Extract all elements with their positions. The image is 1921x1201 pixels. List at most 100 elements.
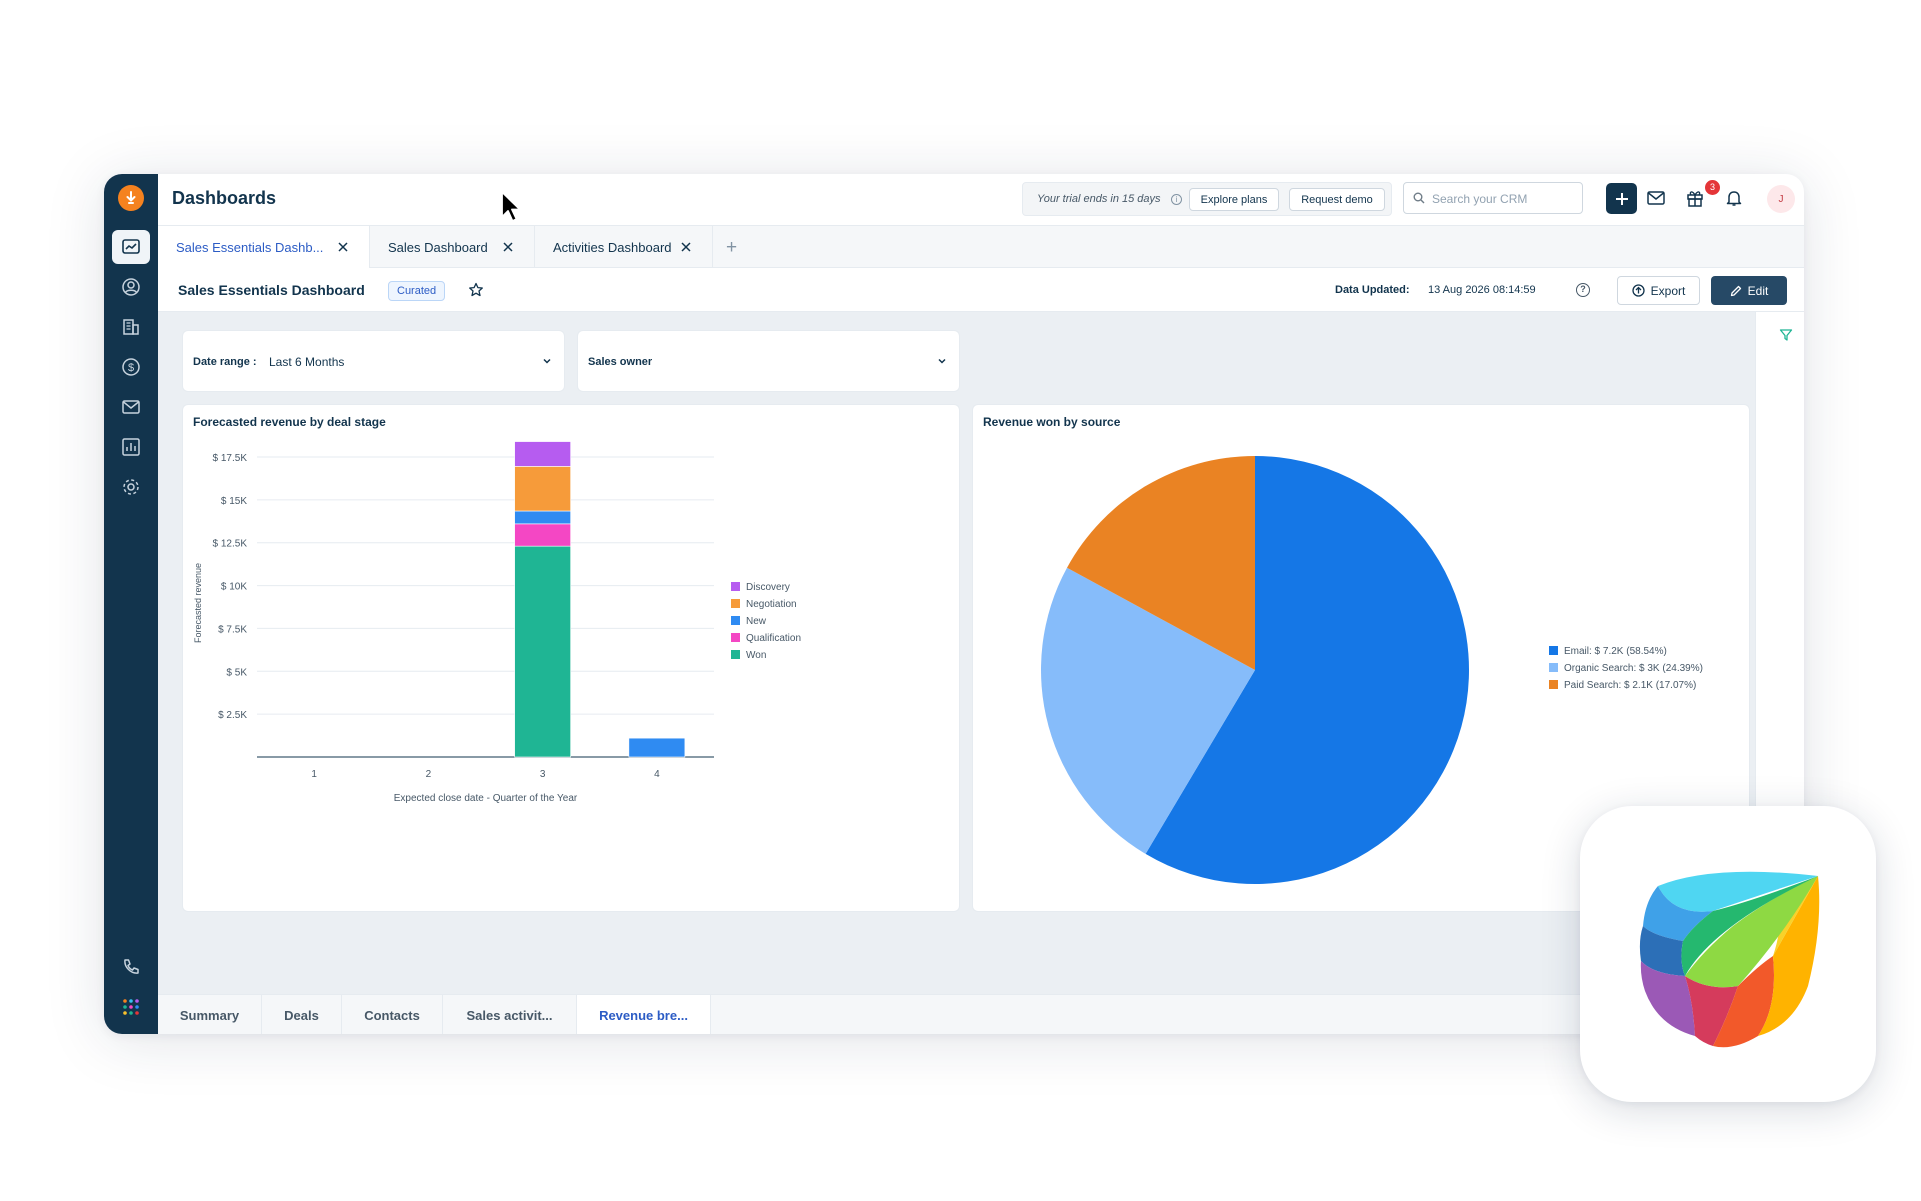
info-icon[interactable]: i (1171, 194, 1182, 205)
x-tick-label: 2 (426, 769, 432, 780)
bar-segment-won (514, 545, 571, 758)
app-grid-icon (123, 999, 139, 1015)
bottom-tab-summary[interactable]: Summary (158, 995, 262, 1034)
x-tick-label: 4 (654, 769, 660, 780)
date-range-filter[interactable]: Date range : Last 6 Months (182, 330, 565, 392)
explore-plans-button[interactable]: Explore plans (1189, 188, 1279, 211)
search-placeholder: Search your CRM (1432, 192, 1528, 206)
data-updated-label: Data Updated: (1335, 284, 1410, 296)
page-title: Dashboards (172, 188, 277, 208)
gift-icon (1687, 191, 1703, 207)
sidebar-item-dashboards[interactable] (112, 230, 150, 264)
bar-segment-new (514, 510, 571, 525)
request-demo-button[interactable]: Request demo (1289, 188, 1385, 211)
filter-icon[interactable] (1779, 328, 1793, 342)
sidebar-item-deals[interactable]: $ (112, 350, 150, 384)
y-tick-label: $ 15K (221, 496, 247, 507)
tab-activities-dashboard[interactable]: Activities Dashboard (535, 226, 713, 268)
trial-banner: Your trial ends in 15 days i Explore pla… (1022, 182, 1392, 216)
legend-swatch (1549, 680, 1558, 689)
bar-segment-new (628, 737, 686, 758)
dashboard-icon (122, 239, 140, 254)
sidebar-item-apps[interactable] (112, 990, 150, 1024)
tab-label: Activities Dashboard (553, 239, 672, 255)
sidebar-item-accounts[interactable] (112, 310, 150, 344)
quick-add-button[interactable] (1606, 183, 1637, 214)
export-button[interactable]: Export (1617, 276, 1700, 305)
close-icon[interactable] (680, 241, 692, 253)
data-updated-value: 13 Aug 2026 08:14:59 (1428, 284, 1536, 296)
sales-owner-label: Sales owner (588, 356, 653, 368)
bar-segment-discovery (514, 441, 571, 467)
x-axis-label: Expected close date - Quarter of the Yea… (394, 793, 578, 804)
date-range-value: Last 6 Months (269, 355, 345, 369)
sidebar-item-reports[interactable] (112, 430, 150, 464)
close-icon[interactable] (337, 241, 349, 253)
add-tab-button[interactable]: + (726, 237, 737, 259)
freshsales-app-icon-card (1580, 806, 1876, 1102)
notifications-button[interactable] (1723, 187, 1745, 209)
curated-badge: Curated (388, 281, 446, 301)
freshsales-leaf-icon (1639, 871, 1820, 1048)
mail-icon (122, 400, 140, 414)
bottom-tab-deals[interactable]: Deals (262, 995, 342, 1034)
bottom-tab-sales-activities[interactable]: Sales activit... (443, 995, 577, 1034)
y-tick-label: $ 2.5K (218, 710, 247, 721)
sidebar-item-email[interactable] (112, 390, 150, 424)
mail-icon (1647, 191, 1665, 205)
tab-sales-dashboard[interactable]: Sales Dashboard (370, 226, 535, 268)
legend-label: Email: $ 7.2K (58.54%) (1564, 646, 1667, 657)
sidebar-item-settings[interactable] (112, 470, 150, 504)
top-bar: Dashboards Your trial ends in 15 days i … (158, 174, 1804, 226)
edit-label: Edit (1747, 283, 1769, 298)
legend-label: New (746, 616, 767, 627)
help-icon[interactable]: ? (1576, 283, 1590, 297)
sidebar-item-phone[interactable] (112, 950, 150, 984)
mail-button[interactable] (1645, 187, 1667, 209)
contact-icon (122, 278, 140, 296)
export-icon (1632, 284, 1645, 297)
x-tick-label: 1 (311, 769, 317, 780)
legend-swatch (731, 582, 740, 591)
bottom-tab-contacts[interactable]: Contacts (342, 995, 443, 1034)
plus-icon (1615, 192, 1628, 205)
legend-swatch (731, 599, 740, 608)
dashboard-tabs: Sales Essentials Dashb... Sales Dashboar… (158, 226, 1804, 269)
legend-swatch (1549, 663, 1558, 672)
phone-icon (124, 959, 139, 974)
legend-label: Negotiation (746, 599, 797, 610)
search-input[interactable]: Search your CRM (1403, 182, 1583, 214)
dashboard-canvas: Date range : Last 6 Months Sales owner F… (158, 312, 1755, 1034)
report-section-tabs: Summary Deals Contacts Sales activit... … (158, 994, 1755, 1034)
star-icon[interactable] (468, 282, 484, 298)
avatar[interactable]: J (1767, 185, 1795, 213)
svg-text:$: $ (128, 362, 134, 374)
tab-sales-essentials[interactable]: Sales Essentials Dashb... (158, 226, 370, 269)
close-icon[interactable] (502, 241, 514, 253)
sidebar: $ (104, 174, 158, 1034)
dollar-icon: $ (122, 358, 140, 376)
bar-segment-qualification (514, 523, 571, 547)
freshsales-logo-icon[interactable] (118, 185, 144, 211)
app-window: $ Dashboards Your trial ends in 15 days … (104, 174, 1804, 1034)
bottom-tab-revenue-breakdown[interactable]: Revenue bre... (577, 995, 711, 1034)
forecast-bar-chart-card: Forecasted revenue by deal stage $ 2.5K $… (182, 404, 960, 912)
sales-owner-filter[interactable]: Sales owner (577, 330, 960, 392)
y-axis-label: Forecasted revenue (193, 563, 203, 643)
y-tick-label: $ 10K (221, 582, 247, 593)
dashboard-header: Sales Essentials Dashboard Curated Data … (158, 268, 1804, 312)
y-tick-label: $ 5K (226, 667, 247, 678)
legend-label: Organic Search: $ 3K (24.39%) (1564, 663, 1703, 674)
pencil-icon (1730, 285, 1741, 296)
bar-chart: $ 2.5K $ 5K $ 7.5K $ 10K $ 12.5K $ 15K $ 17.5K… (193, 441, 801, 804)
gear-icon (123, 479, 139, 495)
legend-label: Discovery (746, 582, 790, 593)
y-tick-label: $ 7.5K (218, 624, 247, 635)
gift-button[interactable] (1684, 187, 1706, 209)
edit-button[interactable]: Edit (1711, 276, 1787, 305)
dashboard-name: Sales Essentials Dashboard (178, 282, 365, 298)
sidebar-item-contacts[interactable] (112, 270, 150, 304)
search-icon (1413, 192, 1425, 204)
legend-label: Won (746, 650, 766, 661)
date-range-label: Date range : (193, 356, 257, 368)
